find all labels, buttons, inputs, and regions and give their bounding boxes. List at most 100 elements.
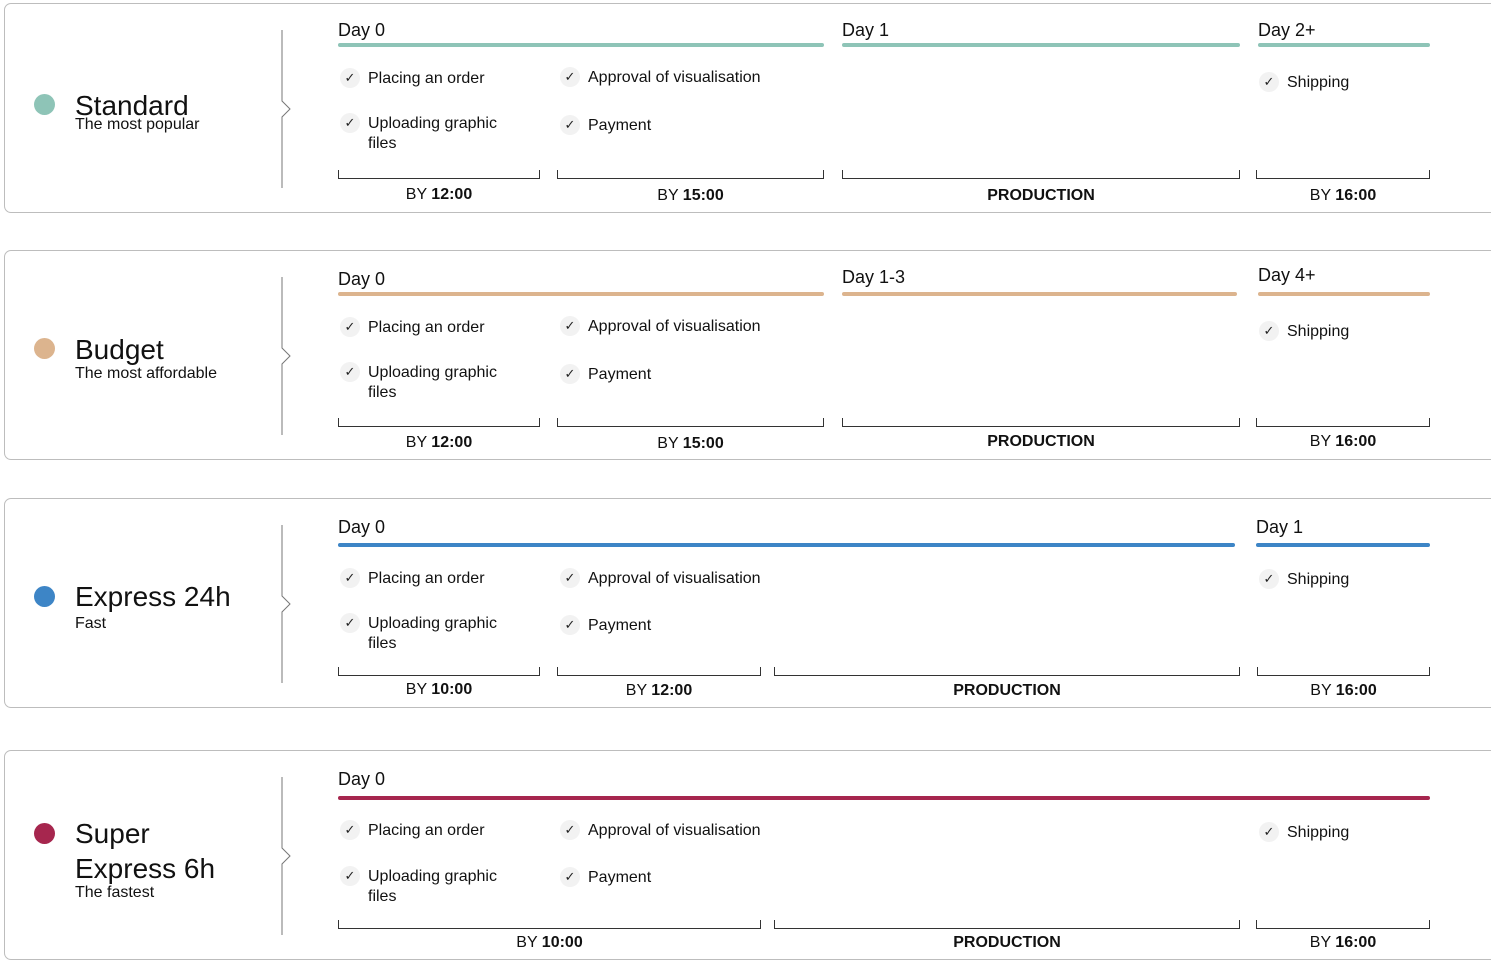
check-icon: ✓ — [1259, 72, 1279, 92]
deadline-label: BY 12:00 — [405, 434, 473, 451]
task-payment: ✓ Payment — [560, 867, 651, 888]
plan-color-dot — [34, 586, 55, 607]
timeline-bar — [338, 43, 824, 47]
timeline-bar — [1258, 292, 1430, 296]
plan-color-dot — [34, 338, 55, 359]
check-icon: ✓ — [340, 568, 360, 588]
task-approval: ✓ Approval of visualisation — [560, 67, 761, 88]
plan-subtitle: The fastest — [75, 884, 155, 901]
task-approval: ✓ Approval of visualisation — [560, 316, 761, 337]
plan-subtitle: The most affordable — [75, 365, 218, 382]
task-uploading-files: ✓ Uploading graphic files — [340, 613, 528, 654]
deadline-bracket — [338, 170, 540, 179]
task-payment: ✓ Payment — [560, 615, 651, 636]
check-icon: ✓ — [340, 113, 360, 133]
task-approval: ✓ Approval of visualisation — [560, 568, 761, 589]
day-label: Day 1 — [842, 20, 890, 40]
plan-card-super-express-6h[interactable]: Super Express 6h The fastest Day 0 ✓ Plac… — [4, 750, 1491, 960]
deadline-label: BY 10:00 — [405, 681, 473, 698]
task-payment: ✓ Payment — [560, 115, 651, 136]
check-icon: ✓ — [560, 115, 580, 135]
deadline-bracket — [1256, 170, 1430, 179]
deadline-label: BY 16:00 — [1309, 187, 1377, 204]
task-approval: ✓ Approval of visualisation — [560, 820, 761, 841]
task-shipping: ✓ Shipping — [1259, 569, 1349, 590]
plan-card-express-24h[interactable]: Express 24h Fast Day 0 Day 1 ✓ Placing an… — [4, 498, 1491, 708]
check-icon: ✓ — [1259, 569, 1279, 589]
plan-title: Super Express 6h — [75, 818, 216, 884]
check-icon: ✓ — [560, 364, 580, 384]
plan-title: Budget — [75, 334, 164, 365]
plan-title: Express 24h — [75, 581, 231, 612]
day-label: Day 0 — [338, 20, 386, 40]
day-label: Day 0 — [338, 517, 386, 537]
deadline-label: BY 12:00 — [625, 682, 693, 699]
timeline-bar — [338, 292, 824, 296]
deadline-label: BY 12:00 — [405, 186, 473, 203]
plan-color-dot — [34, 94, 55, 115]
task-placing-order: ✓ Placing an order — [340, 68, 485, 89]
check-icon: ✓ — [340, 613, 360, 633]
deadline-label: PRODUCTION — [987, 433, 1095, 450]
task-uploading-files: ✓ Uploading graphic files — [340, 362, 528, 403]
deadline-bracket — [557, 418, 824, 427]
timeline-bar — [842, 292, 1237, 296]
task-placing-order: ✓ Placing an order — [340, 317, 485, 338]
check-icon: ✓ — [560, 867, 580, 887]
task-shipping: ✓ Shipping — [1259, 72, 1349, 93]
deadline-bracket — [774, 920, 1240, 929]
plan-card-budget[interactable]: Budget The most affordable Day 0 Day 1-3… — [4, 250, 1491, 460]
deadline-label: PRODUCTION — [953, 934, 1061, 951]
deadline-label: BY 16:00 — [1309, 934, 1377, 951]
check-icon: ✓ — [1259, 822, 1279, 842]
deadline-bracket — [557, 667, 761, 676]
deadline-bracket — [338, 418, 540, 427]
plan-card-standard[interactable]: Standard The most popular Day 0 Day 1 Da… — [4, 3, 1491, 213]
check-icon: ✓ — [340, 362, 360, 382]
chevron-right-icon — [281, 277, 291, 435]
check-icon: ✓ — [560, 67, 580, 87]
check-icon: ✓ — [1259, 321, 1279, 341]
check-icon: ✓ — [560, 615, 580, 635]
check-icon: ✓ — [340, 317, 360, 337]
deadline-bracket — [1257, 667, 1430, 676]
task-placing-order: ✓ Placing an order — [340, 568, 485, 589]
chevron-right-icon — [281, 30, 291, 188]
deadline-label: BY 16:00 — [1309, 433, 1377, 450]
deadline-label: BY 10:00 — [516, 934, 583, 951]
plan-subtitle: Fast — [75, 615, 107, 632]
plan-color-dot — [34, 823, 55, 844]
task-payment: ✓ Payment — [560, 364, 651, 385]
deadline-bracket — [338, 920, 761, 929]
plan-subtitle: The most popular — [75, 116, 200, 133]
deadline-bracket — [1256, 418, 1430, 427]
deadline-bracket — [338, 667, 540, 676]
timeline-bar — [842, 43, 1240, 47]
check-icon: ✓ — [560, 316, 580, 336]
deadline-label: BY 15:00 — [657, 187, 724, 204]
task-uploading-files: ✓ Uploading graphic files — [340, 866, 528, 907]
deadline-label: PRODUCTION — [987, 187, 1095, 204]
check-icon: ✓ — [340, 68, 360, 88]
deadline-bracket — [557, 170, 824, 179]
task-shipping: ✓ Shipping — [1259, 822, 1349, 843]
day-label: Day 1-3 — [842, 267, 906, 287]
check-icon: ✓ — [560, 568, 580, 588]
day-label: Day 4+ — [1258, 265, 1316, 285]
day-label: Day 1 — [1256, 517, 1304, 537]
task-uploading-files: ✓ Uploading graphic files — [340, 113, 528, 154]
day-label: Day 0 — [338, 769, 386, 789]
timeline-bar — [1256, 543, 1430, 547]
deadline-bracket — [842, 170, 1240, 179]
day-label: Day 2+ — [1258, 20, 1316, 40]
deadline-bracket — [1256, 920, 1430, 929]
task-placing-order: ✓ Placing an order — [340, 820, 485, 841]
chevron-right-icon — [281, 525, 291, 683]
chevron-right-icon — [281, 777, 291, 935]
day-label: Day 0 — [338, 269, 386, 289]
timeline-bar — [338, 543, 1235, 547]
check-icon: ✓ — [560, 820, 580, 840]
deadline-bracket — [842, 418, 1240, 427]
deadline-bracket — [774, 667, 1240, 676]
timeline-bar — [338, 796, 1430, 800]
